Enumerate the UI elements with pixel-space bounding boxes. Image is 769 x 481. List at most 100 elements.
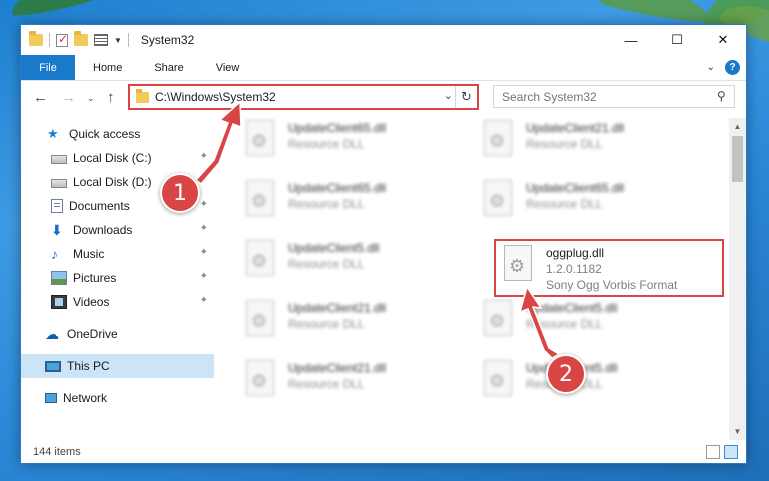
- dll-file-icon: ⚙: [242, 300, 278, 344]
- search-box[interactable]: ⚲: [493, 85, 735, 108]
- properties-check-icon[interactable]: [56, 32, 68, 47]
- sidebar-item-label: Music: [73, 247, 105, 261]
- large-icons-view-icon[interactable]: [724, 445, 738, 459]
- file-name: UpdateClient21.dll: [288, 301, 387, 315]
- explorer-window: ▼ System32 — ☐ ✕ File Home Share View ⌄ …: [20, 24, 747, 464]
- sidebar-item-label: Videos: [73, 295, 110, 309]
- navigation-bar: ← → ⌄ ↑ C:\Windows\System32 ⌄ ↻ ⚲: [21, 82, 746, 112]
- sidebar-item-network[interactable]: Network: [21, 386, 214, 410]
- dll-file-icon: ⚙: [480, 120, 516, 164]
- file-item-oggplug[interactable]: ⚙ oggplug.dll 1.2.0.1182 Sony Ogg Vorbis…: [494, 239, 724, 297]
- pin-icon[interactable]: ✦: [200, 199, 208, 210]
- tab-view[interactable]: View: [200, 55, 256, 80]
- sidebar-item-label: OneDrive: [67, 327, 118, 341]
- divider: [49, 33, 50, 47]
- disk-icon: [51, 155, 67, 164]
- pin-icon[interactable]: ✦: [200, 271, 208, 282]
- annotation-marker-1: 1: [160, 173, 200, 213]
- file-item[interactable]: ⚙ UpdateClient5.dll Resource DLL: [242, 240, 462, 292]
- file-type: Resource DLL: [288, 377, 365, 391]
- file-name: UpdateClient21.dll: [526, 121, 625, 135]
- refresh-icon[interactable]: ↻: [455, 86, 477, 108]
- close-button[interactable]: ✕: [700, 25, 746, 55]
- sidebar-item-this-pc[interactable]: This PC: [21, 354, 214, 378]
- sidebar-item-pictures[interactable]: Pictures ✦: [21, 266, 214, 290]
- file-type: Resource DLL: [526, 317, 603, 331]
- divider: [127, 33, 129, 47]
- file-name: UpdateClient5.dll: [526, 301, 618, 315]
- network-icon: [45, 393, 57, 403]
- expand-ribbon-chevron-icon[interactable]: ⌄: [707, 62, 715, 73]
- view-options-icon[interactable]: [94, 34, 108, 46]
- maximize-button[interactable]: ☐: [654, 25, 700, 55]
- dll-file-icon: ⚙: [242, 240, 278, 284]
- file-name: UpdateClient21.dll: [288, 361, 387, 375]
- address-bar[interactable]: C:\Windows\System32 ⌄ ↻: [128, 84, 479, 110]
- file-type: Resource DLL: [526, 197, 603, 211]
- new-folder-icon[interactable]: [74, 31, 88, 46]
- details-view-icon[interactable]: [706, 445, 720, 459]
- pin-icon[interactable]: ✦: [200, 247, 208, 258]
- tab-file[interactable]: File: [21, 55, 75, 80]
- forward-arrow-icon[interactable]: →: [61, 89, 76, 106]
- tab-home[interactable]: Home: [75, 55, 138, 80]
- palm-leaf-decoration: [8, 0, 102, 20]
- file-version: 1.2.0.1182: [546, 262, 602, 276]
- window-title: System32: [140, 33, 195, 47]
- dll-file-icon: ⚙: [480, 180, 516, 224]
- up-arrow-icon[interactable]: ↑: [107, 89, 115, 106]
- ribbon-tabs: File Home Share View ⌄ ?: [21, 55, 746, 81]
- file-type: Resource DLL: [288, 317, 365, 331]
- file-item[interactable]: ⚙ UpdateClient21.dll Resource DLL: [480, 120, 700, 172]
- tab-share[interactable]: Share: [138, 55, 199, 80]
- pin-icon[interactable]: ✦: [200, 223, 208, 234]
- sidebar-item-local-disk-c[interactable]: Local Disk (C:) ✦: [21, 146, 214, 170]
- file-item[interactable]: ⚙ UpdateClient65.dll Resource DLL: [242, 180, 462, 232]
- address-dropdown-chevron-icon[interactable]: ⌄: [444, 89, 453, 102]
- file-description: Sony Ogg Vorbis Format: [546, 278, 678, 292]
- file-item[interactable]: ⚙ UpdateClient65.dll Resource DLL: [480, 180, 700, 232]
- window-controls: — ☐ ✕: [608, 25, 746, 55]
- sidebar-item-label: Quick access: [69, 127, 141, 141]
- sidebar-item-quick-access[interactable]: ★ Quick access: [21, 122, 214, 146]
- file-item[interactable]: ⚙ UpdateClient5.dllResource DLL: [480, 360, 700, 412]
- scrollbar-thumb[interactable]: [732, 136, 743, 182]
- minimize-button[interactable]: —: [608, 25, 654, 55]
- dll-file-icon: ⚙: [500, 245, 536, 289]
- palm-leaf-decoration: [598, 0, 712, 26]
- sidebar-item-videos[interactable]: Videos ✦: [21, 290, 214, 314]
- search-input[interactable]: [502, 89, 702, 104]
- cloud-icon: ☁: [45, 326, 59, 342]
- file-type: Resource DLL: [288, 257, 365, 271]
- scroll-down-arrow-icon[interactable]: ▼: [729, 423, 746, 440]
- file-item[interactable]: ⚙ UpdateClient21.dll Resource DLL: [242, 300, 462, 352]
- search-icon[interactable]: ⚲: [717, 89, 726, 103]
- sidebar-item-onedrive[interactable]: ☁ OneDrive: [21, 322, 214, 346]
- file-name: UpdateClient65.dll: [288, 181, 387, 195]
- dll-file-icon: ⚙: [480, 360, 516, 404]
- file-type: Resource DLL: [526, 137, 603, 151]
- back-arrow-icon[interactable]: ←: [33, 89, 48, 106]
- sidebar-item-downloads[interactable]: ⬇ Downloads ✦: [21, 218, 214, 242]
- pin-icon[interactable]: ✦: [200, 151, 208, 162]
- file-item[interactable]: ⚙ UpdateClient21.dll Resource DLL: [242, 360, 462, 412]
- title-bar: ▼ System32 — ☐ ✕: [21, 25, 746, 55]
- sidebar-item-label: Pictures: [73, 271, 117, 285]
- pin-icon[interactable]: ✦: [200, 175, 208, 186]
- music-icon: ♪: [51, 246, 58, 262]
- dll-file-icon: ⚙: [480, 300, 516, 344]
- sidebar-item-music[interactable]: ♪ Music ✦: [21, 242, 214, 266]
- recent-locations-chevron-icon[interactable]: ⌄: [87, 93, 95, 104]
- sidebar-item-label: Local Disk (C:): [73, 151, 152, 165]
- file-item[interactable]: ⚙ UpdateClient65.dll Resource DLL: [242, 120, 462, 172]
- file-item[interactable]: ⚙ UpdateClient5.dll Resource DLL: [480, 300, 700, 352]
- vertical-scrollbar[interactable]: ▲ ▼: [729, 118, 746, 440]
- scroll-up-arrow-icon[interactable]: ▲: [729, 118, 746, 135]
- file-name: UpdateClient5.dll: [288, 241, 380, 255]
- sidebar-item-label: Downloads: [73, 223, 133, 237]
- pin-icon[interactable]: ✦: [200, 295, 208, 306]
- customize-toolbar-arrow-icon[interactable]: ▼: [114, 36, 122, 45]
- address-path[interactable]: C:\Windows\System32: [155, 90, 276, 104]
- help-icon[interactable]: ?: [725, 60, 740, 75]
- navigation-pane: ★ Quick access Local Disk (C:) ✦ Local D…: [21, 118, 214, 440]
